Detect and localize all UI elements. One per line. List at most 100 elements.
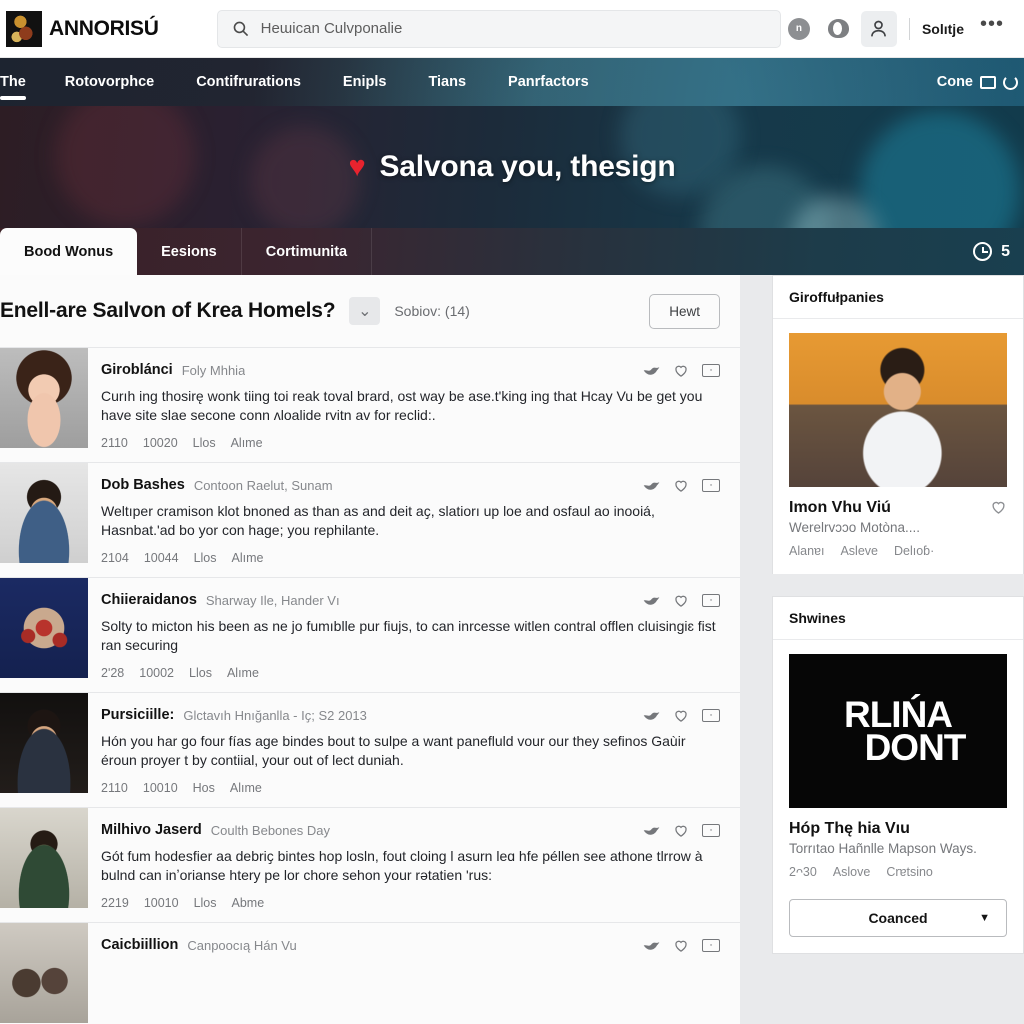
post-author[interactable]: Milhivo Jaserd bbox=[101, 822, 202, 838]
avatar[interactable] bbox=[0, 693, 88, 793]
bird-icon[interactable] bbox=[643, 939, 660, 952]
nav-item-contifrurations[interactable]: Contifrurations bbox=[175, 58, 322, 106]
post-content: Milhivo Jaserd Coulth Bebones Day ▫ Gót fum… bbox=[88, 808, 740, 922]
post-actions: ▫ bbox=[643, 708, 720, 723]
shwines-item-title[interactable]: Hóp Thę hia Vıu bbox=[789, 820, 1007, 838]
thread-header: Enell-are Saılvon of Krea Homels? ⌄ Sobi… bbox=[0, 275, 740, 347]
nav-item-tians[interactable]: Tians bbox=[407, 58, 487, 106]
refresh-icon[interactable] bbox=[1003, 74, 1018, 90]
bird-icon[interactable] bbox=[643, 594, 660, 607]
avatar[interactable] bbox=[0, 348, 88, 448]
card-icon[interactable]: ▫ bbox=[702, 708, 720, 722]
bird-icon[interactable] bbox=[643, 824, 660, 837]
avatar[interactable] bbox=[0, 578, 88, 678]
nav-item-enipls[interactable]: Enipls bbox=[322, 58, 408, 106]
post-item[interactable]: Milhivo Jaserd Coulth Bebones Day ▫ Gót fum… bbox=[0, 807, 740, 922]
shwines-card-image[interactable]: RLIŃA DONT bbox=[789, 654, 1007, 808]
search-bar[interactable] bbox=[216, 9, 781, 48]
card-icon[interactable]: ▫ bbox=[702, 823, 720, 837]
inbox-icon[interactable] bbox=[980, 75, 996, 89]
current-user-name[interactable]: Solıtje bbox=[922, 21, 964, 37]
post-body: Curıh ing thosirę wonk tiing toi reak to… bbox=[101, 388, 703, 423]
bird-icon[interactable] bbox=[643, 364, 660, 377]
card-icon[interactable]: ▫ bbox=[702, 363, 720, 377]
post-header: Chiieraidanos Sharway Ile, Hander Vı ▫ bbox=[101, 592, 720, 608]
post-stats: 2110 10010 Hos Alıme bbox=[101, 781, 720, 795]
top-bar-actions: n Solıtje ••• bbox=[781, 10, 1024, 47]
heart-icon[interactable] bbox=[673, 593, 689, 608]
post-actions: ▫ bbox=[643, 593, 720, 608]
brand[interactable]: ANNORISÚ bbox=[0, 10, 159, 47]
post-stat: 10044 bbox=[143, 551, 179, 565]
post-item[interactable]: Chiieraidanos Sharway Ile, Hander Vı ▫ Solt… bbox=[0, 577, 740, 692]
shwines-item-stats: 2ᴖ30 Aslove Crɐtsino bbox=[789, 865, 1007, 879]
post-actions: ▫ bbox=[643, 938, 720, 953]
profile-button[interactable] bbox=[860, 10, 897, 47]
post-author[interactable]: Chiieraidanos bbox=[101, 592, 197, 608]
brand-logo-icon bbox=[6, 10, 42, 47]
clock-icon bbox=[973, 242, 993, 261]
post-author[interactable]: Caicbiillion bbox=[101, 937, 178, 953]
card-icon[interactable]: ▫ bbox=[702, 478, 720, 492]
avatar[interactable] bbox=[0, 463, 88, 563]
coanced-dropdown-button[interactable]: Coanced ▼ bbox=[789, 899, 1007, 937]
post-list: Giroblánci Foly Mhhia ▫ Curıh ing thosirę w… bbox=[0, 347, 740, 1023]
post-header: Dob Bashes Contoon Raelut, Sunam ▫ bbox=[101, 477, 720, 493]
card-icon[interactable]: ▫ bbox=[702, 593, 720, 607]
top-bar: ANNORISÚ n Solıtje ••• bbox=[0, 0, 1024, 58]
companies-card: Giroffułpanies Imon Vhu Viú Werelrvɔɔo M… bbox=[772, 275, 1024, 574]
heart-icon[interactable] bbox=[673, 478, 689, 493]
shwines-card-title: Shwines bbox=[773, 597, 1023, 640]
post-item[interactable]: Giroblánci Foly Mhhia ▫ Curıh ing thosirę w… bbox=[0, 347, 740, 462]
bird-icon[interactable] bbox=[643, 709, 660, 722]
right-rail: Giroffułpanies Imon Vhu Viú Werelrvɔɔo M… bbox=[756, 275, 1024, 954]
notifications-button[interactable]: n bbox=[781, 11, 817, 47]
post-author[interactable]: Dob Bashes bbox=[101, 477, 185, 493]
post-item[interactable]: Pursiciille: Glctavıh Hnığanlla - Iҫ; S2 … bbox=[0, 692, 740, 807]
heart-icon[interactable] bbox=[673, 363, 689, 378]
heart-icon[interactable] bbox=[673, 708, 689, 723]
bird-icon[interactable] bbox=[643, 479, 660, 492]
avatar[interactable] bbox=[0, 923, 88, 1023]
heart-icon[interactable] bbox=[673, 823, 689, 838]
search-input[interactable] bbox=[260, 20, 766, 37]
post-stat: Abme bbox=[231, 896, 265, 910]
tab-eesions[interactable]: Eesions bbox=[137, 228, 242, 275]
thread-subtitle: Sobiov: (14) bbox=[394, 303, 470, 319]
post-author[interactable]: Pursiciille: bbox=[101, 707, 174, 723]
post-content: Pursiciille: Glctavıh Hnığanlla - Iҫ; S2 … bbox=[88, 693, 740, 807]
thread-column: Enell-are Saılvon of Krea Homels? ⌄ Sobi… bbox=[0, 275, 740, 1024]
hero-title: Salvona you, thesign bbox=[379, 150, 676, 183]
post-content: Caicbiillion Canpoocıą Hán Vu ▫ bbox=[88, 923, 740, 1023]
chevron-down-icon[interactable]: ⌄ bbox=[349, 297, 381, 325]
nav-right-group[interactable]: Cone bbox=[937, 74, 1024, 90]
messages-button[interactable] bbox=[821, 11, 857, 47]
shwines-item-subtitle: Torrıtao Hañnlle Mapson Ways. bbox=[789, 841, 977, 856]
post-item[interactable]: Caicbiillion Canpoocıą Hán Vu ▫ bbox=[0, 922, 740, 1023]
nav-item-rotovorphce[interactable]: Rotovorphce bbox=[44, 58, 175, 106]
post-content: Chiieraidanos Sharway Ile, Hander Vı ▫ Solt… bbox=[88, 578, 740, 692]
post-author[interactable]: Giroblánci bbox=[101, 362, 173, 378]
post-content: Dob Bashes Contoon Raelut, Sunam ▫ Weltıper… bbox=[88, 463, 740, 577]
app-root: ANNORISÚ n Solıtje ••• bbox=[0, 0, 1024, 1024]
heart-icon[interactable] bbox=[990, 499, 1007, 515]
post-stat: 10020 bbox=[142, 436, 178, 450]
avatar[interactable] bbox=[0, 808, 88, 908]
tab-cortimunita[interactable]: Cortimunita bbox=[242, 228, 373, 275]
post-header: Giroblánci Foly Mhhia ▫ bbox=[101, 362, 720, 378]
post-stats: 2110 10020 Llos Alıme bbox=[101, 436, 720, 450]
card-icon[interactable]: ▫ bbox=[702, 938, 720, 952]
companies-item-title[interactable]: Imon Vhu Viú bbox=[789, 499, 920, 517]
tab-bood-wonus[interactable]: Bood Wonus bbox=[0, 228, 138, 275]
overflow-menu-button[interactable]: ••• bbox=[968, 13, 1014, 44]
companies-item-subtitle: Werelrvɔɔo Motòna.... bbox=[789, 520, 921, 535]
heart-icon[interactable] bbox=[673, 938, 689, 953]
companies-card-image[interactable] bbox=[789, 333, 1007, 487]
stat-value: Aslove bbox=[832, 865, 871, 879]
tab-counter: 5 bbox=[1001, 242, 1010, 260]
nav-item-panrfactors[interactable]: Panrfactors bbox=[487, 58, 610, 106]
new-button[interactable]: Hewt bbox=[649, 293, 720, 329]
post-stat: 10010 bbox=[143, 896, 179, 910]
nav-item-the[interactable]: The bbox=[0, 58, 44, 106]
post-item[interactable]: Dob Bashes Contoon Raelut, Sunam ▫ Weltıper… bbox=[0, 462, 740, 577]
